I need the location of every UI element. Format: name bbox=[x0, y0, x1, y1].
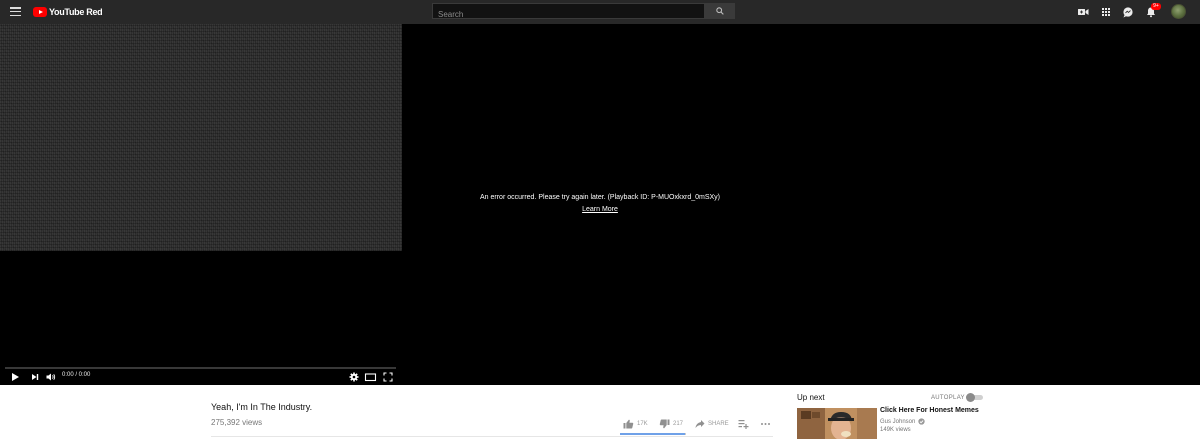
more-actions-button[interactable] bbox=[760, 418, 771, 430]
apps-grid-icon[interactable] bbox=[1099, 5, 1113, 19]
video-static-frame bbox=[0, 24, 402, 251]
view-count: 275,392 views bbox=[211, 418, 263, 427]
search-button[interactable] bbox=[704, 3, 735, 19]
progress-bar[interactable] bbox=[5, 367, 396, 369]
search-icon bbox=[716, 7, 724, 15]
fullscreen-button[interactable] bbox=[382, 370, 394, 382]
settings-gear-icon bbox=[349, 372, 359, 382]
share-button[interactable]: SHARE bbox=[695, 418, 729, 430]
info-divider bbox=[211, 436, 773, 437]
add-to-playlist-icon bbox=[738, 420, 749, 429]
next-icon bbox=[32, 374, 39, 380]
recommendation-title[interactable]: Click Here For Honest Memes bbox=[880, 407, 979, 414]
like-button[interactable]: 17K bbox=[623, 418, 648, 430]
dislike-button[interactable]: 217 bbox=[659, 418, 683, 430]
sentiment-like-fill bbox=[620, 433, 686, 435]
thumbnail-image bbox=[797, 408, 877, 439]
sentiment-bar bbox=[620, 433, 686, 435]
volume-button[interactable] bbox=[45, 370, 57, 382]
search-input[interactable] bbox=[433, 7, 704, 22]
dislike-count: 217 bbox=[673, 421, 684, 427]
theater-mode-button[interactable] bbox=[364, 370, 377, 382]
logo-text: YouTube Red bbox=[49, 7, 103, 17]
add-to-playlist-button[interactable] bbox=[738, 418, 749, 430]
autoplay-label: AUTOPLAY bbox=[931, 395, 965, 401]
learn-more-link[interactable]: Learn More bbox=[500, 206, 700, 213]
toggle-knob bbox=[966, 393, 975, 402]
up-next-heading: Up next bbox=[797, 393, 825, 402]
video-title: Yeah, I'm In The Industry. bbox=[211, 402, 313, 412]
play-button[interactable] bbox=[9, 370, 21, 382]
menu-icon[interactable] bbox=[10, 7, 21, 17]
error-message: An error occurred. Please try again late… bbox=[479, 194, 721, 201]
youtube-logo-icon bbox=[33, 7, 47, 17]
autoplay-toggle[interactable] bbox=[966, 393, 983, 402]
youtube-logo[interactable]: YouTube Red bbox=[33, 6, 103, 18]
play-icon bbox=[12, 373, 19, 381]
avatar[interactable] bbox=[1171, 4, 1186, 19]
settings-button[interactable] bbox=[348, 370, 360, 382]
thumbs-down-icon bbox=[659, 419, 670, 429]
verified-check-icon bbox=[918, 418, 926, 425]
recommendation-views: 149K views bbox=[880, 427, 911, 433]
share-label: SHARE bbox=[708, 421, 729, 427]
fullscreen-icon bbox=[383, 372, 393, 382]
more-dots-icon bbox=[761, 423, 770, 425]
search-box[interactable] bbox=[432, 3, 705, 22]
theater-mode-icon bbox=[364, 373, 377, 382]
notification-badge: 9+ bbox=[1151, 3, 1161, 10]
channel-name: Gus Johnson bbox=[880, 418, 916, 425]
volume-icon bbox=[46, 373, 56, 381]
video-camera-icon[interactable] bbox=[1076, 5, 1090, 19]
masthead: YouTube Red 9+ bbox=[0, 0, 1200, 24]
share-icon bbox=[695, 420, 705, 428]
video-player[interactable]: An error occurred. Please try again late… bbox=[0, 24, 1200, 385]
recommendation-channel[interactable]: Gus Johnson bbox=[880, 418, 926, 425]
thumbs-up-icon bbox=[623, 419, 634, 429]
messages-icon[interactable] bbox=[1121, 5, 1135, 19]
next-button[interactable] bbox=[29, 370, 41, 382]
recommendation-thumbnail[interactable] bbox=[797, 408, 877, 439]
time-display: 0:00 / 0:00 bbox=[62, 372, 91, 378]
like-count: 17K bbox=[637, 421, 648, 427]
